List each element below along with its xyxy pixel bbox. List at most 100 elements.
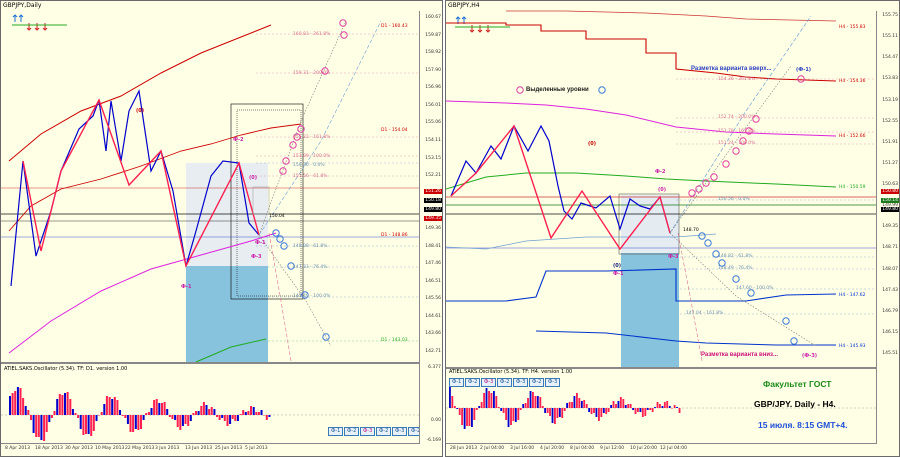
price-tick-label: 149.36 (425, 225, 441, 231)
time-tick-label: 28 Jun 2013 (450, 446, 478, 451)
price-tick-label: 152.21 (425, 173, 441, 179)
oscillator-bar (544, 408, 547, 413)
oscillator-bar (600, 408, 603, 417)
oscillator-bar (77, 415, 80, 418)
wave-button[interactable]: Ф-2 (376, 427, 392, 436)
wave-button[interactable]: Ф-3 (545, 378, 561, 387)
oscillator-bar (56, 399, 59, 415)
oscillator-bar (111, 399, 114, 415)
oscillator-bar (43, 415, 46, 441)
oscillator-bar (556, 408, 559, 418)
oscillator-bar (593, 408, 595, 413)
price-tick-label: 155.11 (882, 34, 898, 40)
oscillator-bar (22, 398, 25, 415)
oscillator-bar (113, 397, 116, 415)
oscillator-bar (578, 398, 581, 408)
oscillator-bar (202, 402, 205, 415)
oscillator-bar (74, 413, 77, 415)
oscillator-bar (236, 415, 239, 421)
oscillator-bar (473, 408, 476, 420)
oscillator-bar (607, 408, 610, 412)
oscillator-bar (634, 408, 637, 414)
time-axis[interactable]: 28 Jun 2013 2 Jul 04:00 3 Jul 16:00 4 Jul 2… (446, 443, 877, 456)
wave-button[interactable]: Ф-3 (481, 378, 497, 387)
oscillator-bar (116, 400, 119, 415)
oscillator-bar (98, 415, 101, 416)
oscillator-bar (632, 408, 635, 410)
oscillator-bar (163, 402, 166, 415)
time-tick-label: 3 Jun 2013 (155, 446, 180, 451)
oscillator-bar (583, 400, 586, 408)
price-tick-label: 147.46 (425, 261, 441, 267)
price-tag: 151.26 (424, 189, 442, 194)
oscillator-bar (624, 405, 627, 408)
oscillator-bar (551, 408, 554, 423)
oscillator-bar (213, 409, 216, 415)
price-tick-label: 156.01 (425, 102, 441, 108)
oscillator-bar (145, 413, 148, 415)
oscillator-bar (595, 408, 598, 417)
oscillator-bar (168, 415, 171, 417)
oscillator-bar (48, 415, 51, 422)
price-tag: 150.18 (424, 198, 442, 203)
oscillator-bar (121, 415, 124, 416)
oscillator-bar (27, 410, 30, 415)
pair-info: GBP/JPY. Daily - H4. (754, 399, 836, 409)
price-tick-label: 156.96 (425, 85, 441, 91)
time-axis[interactable]: 8 Apr 2013 18 Apr 2013 30 Apr 2013 10 May 2… (1, 443, 420, 456)
oscillator-bar (166, 409, 169, 415)
price-tick-label: 145.51 (882, 351, 898, 356)
time-tick-label: 8 Apr 2013 (5, 446, 30, 451)
oscillator-bar (210, 407, 213, 415)
wave-button[interactable]: Ф-3 (392, 427, 408, 436)
price-tag: 150.80 (881, 189, 899, 194)
oscillator-bar (514, 408, 517, 422)
wave-button[interactable]: Ф-2 (529, 378, 545, 387)
wave-button[interactable]: Ф-2 (497, 378, 513, 387)
oscillator-bar (485, 388, 488, 408)
oscillator-bar (79, 415, 82, 429)
price-tag: 149.80 (424, 207, 442, 212)
oscillator-bar (221, 415, 224, 418)
price-tick-label: 148.71 (882, 245, 898, 251)
faculty-title: Факультет ГОСТ (763, 379, 832, 389)
oscillator-bar (126, 415, 129, 424)
oscillator-bar (585, 404, 588, 408)
oscillator-bar (61, 395, 64, 415)
oscillator-bar (50, 415, 53, 418)
oscillator-bar (108, 397, 111, 415)
oscillator-bar (651, 408, 654, 412)
wave-button[interactable]: Ф-3 (513, 378, 529, 387)
oscillator-bar (505, 408, 508, 420)
price-axis[interactable]: 160.67 159.87 158.92 157.90 156.96 156.01 155.… (419, 11, 442, 444)
oscillator-bar (242, 410, 245, 415)
oscillator-bar (265, 415, 268, 420)
time-tick-label: 30 Apr 2013 (65, 446, 93, 451)
time-tick-label: 9 Jul 12:00 (600, 446, 625, 451)
oscillator-bar (92, 415, 95, 431)
wave-button[interactable]: Ф-2 (465, 378, 481, 387)
oscillator-bar (192, 413, 195, 415)
h4-chart-window[interactable]: GBPJPY,H4 (0) Ф-2 (0) (0) Ф-1 Ф-3 (Ф-1) … (445, 0, 900, 457)
wave-button[interactable]: Ф-3 (360, 427, 376, 436)
wave-button[interactable]: Ф-1 (328, 427, 344, 436)
time-tick-label: 12 Jul 04:00 (660, 446, 687, 451)
oscillator-bar (549, 408, 551, 416)
oscillator-bar (541, 406, 544, 408)
wave-button[interactable]: Ф-1 (449, 378, 465, 387)
oscillator-bar (654, 407, 656, 408)
price-tick-label: 155.06 (425, 120, 441, 126)
oscillator-bar (82, 415, 85, 435)
oscillator-bar (678, 408, 681, 413)
daily-chart-window[interactable]: GBPJPY,Daily (0) Ф-2 (0) Ф-1 Ф-3 Ф-1 D1 … (0, 0, 443, 457)
price-axis[interactable]: 155.75 155.11 154.47 153.83 153.19 152.55 151.… (876, 11, 899, 444)
oscillator-bar (208, 409, 211, 415)
price-tick-label: 142.71 (425, 349, 441, 354)
price-tick-label: 146.51 (425, 278, 441, 284)
oscillator-bar (132, 415, 135, 432)
oscillator-bar (490, 393, 493, 408)
oscillator-bar (668, 406, 671, 408)
oscillator-bar (517, 408, 520, 420)
oscillator-bar (195, 411, 198, 415)
wave-button[interactable]: Ф-2 (344, 427, 360, 436)
